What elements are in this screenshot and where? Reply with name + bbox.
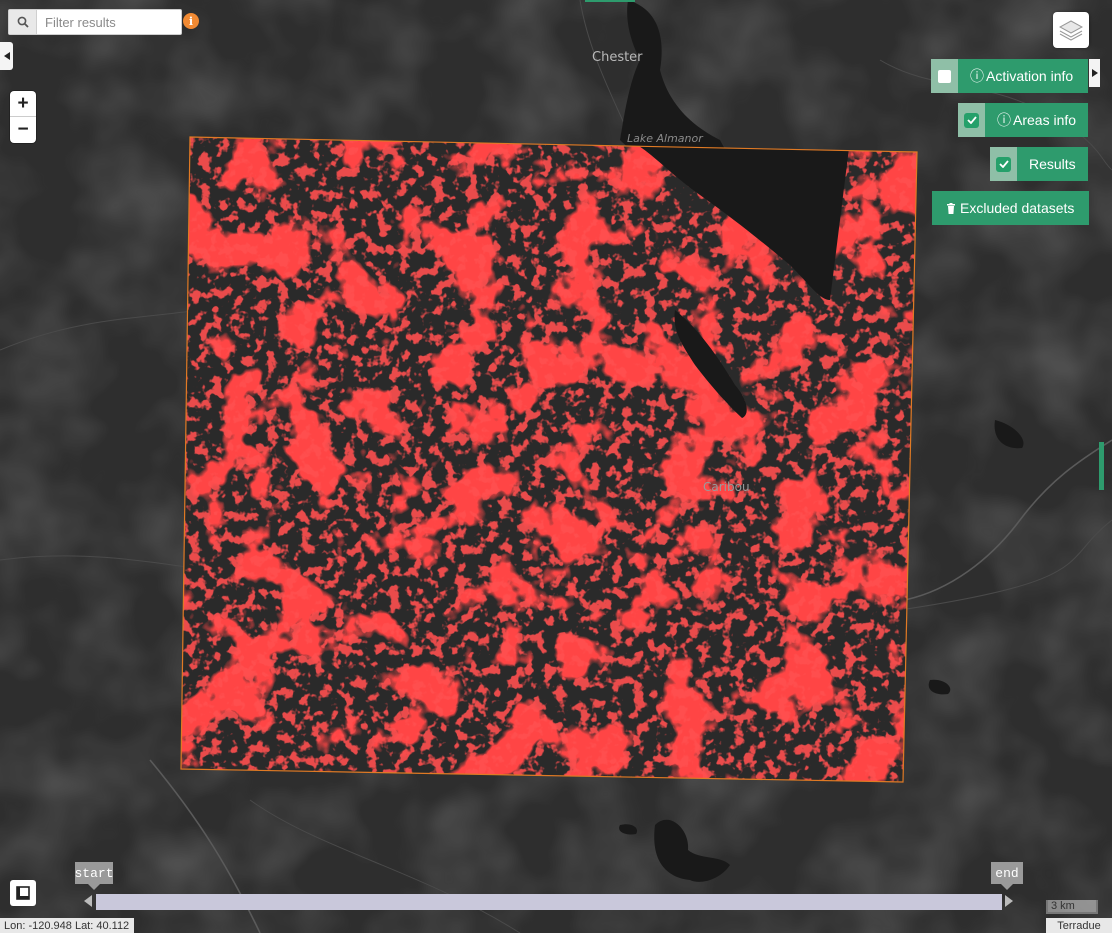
scale-bar: 3 km xyxy=(1046,900,1098,914)
checkbox-unchecked[interactable] xyxy=(938,69,951,83)
caret-left-icon xyxy=(3,52,10,60)
timeline-end-handle[interactable]: end xyxy=(991,862,1023,890)
collapse-left-panel-button[interactable] xyxy=(0,42,13,70)
timeline-prev-icon[interactable] xyxy=(84,895,92,907)
timeline-start-handle[interactable]: start xyxy=(74,862,114,890)
results-toggle[interactable] xyxy=(990,147,1017,181)
areas-info-toggle[interactable] xyxy=(958,103,985,137)
zoom-control: + − xyxy=(10,91,36,143)
map-canvas[interactable]: Chester Lake Almanor Caribou xyxy=(0,0,1112,933)
check-icon xyxy=(998,160,1009,168)
timeline-bar[interactable] xyxy=(96,894,1002,910)
excluded-datasets-label: Excluded datasets xyxy=(960,200,1075,216)
coordinates-readout: Lon: -120.948 Lat: 40.112 xyxy=(0,918,134,933)
checkbox-checked[interactable] xyxy=(964,112,979,128)
caret-right-icon xyxy=(1091,69,1098,77)
zoom-in-button[interactable]: + xyxy=(10,91,36,117)
activation-info-button[interactable]: ⓘ Activation info xyxy=(931,59,1088,93)
checkbox-checked[interactable] xyxy=(996,156,1011,172)
check-icon xyxy=(966,116,977,124)
areas-info-button[interactable]: ⓘ Areas info xyxy=(958,103,1088,137)
search-box xyxy=(8,9,185,35)
top-panel-tab[interactable] xyxy=(585,0,635,2)
book-icon xyxy=(16,886,30,900)
timeline-start-label: start xyxy=(74,865,114,881)
info-circle-icon: ⓘ xyxy=(997,112,1011,128)
attribution[interactable]: Terradue xyxy=(1046,918,1112,933)
activation-info-toggle[interactable] xyxy=(931,59,958,93)
info-circle-icon[interactable]: i xyxy=(183,13,199,29)
zoom-out-button[interactable]: − xyxy=(10,117,36,143)
water-label: Lake Almanor xyxy=(627,132,704,145)
place-label: Caribou xyxy=(703,480,750,494)
legend-button[interactable] xyxy=(10,880,36,906)
place-label: Chester xyxy=(592,50,643,65)
expand-right-button[interactable] xyxy=(1089,59,1100,87)
activation-info-label: Activation info xyxy=(986,68,1074,84)
results-button[interactable]: Results xyxy=(990,147,1088,181)
info-circle-icon: ⓘ xyxy=(970,68,984,84)
areas-info-label: Areas info xyxy=(1013,112,1077,128)
excluded-datasets-button[interactable]: Excluded datasets xyxy=(932,191,1089,225)
timeline-next-icon[interactable] xyxy=(1005,895,1013,907)
right-panel-tab[interactable] xyxy=(1099,442,1104,490)
layers-button[interactable] xyxy=(1053,12,1089,48)
results-label: Results xyxy=(1029,156,1076,172)
layers-icon xyxy=(1059,20,1083,41)
results-layer xyxy=(180,136,918,783)
search-icon[interactable] xyxy=(9,10,37,34)
trash-icon xyxy=(947,202,955,214)
timeline-end-label: end xyxy=(995,865,1019,881)
search-input[interactable] xyxy=(37,10,185,34)
